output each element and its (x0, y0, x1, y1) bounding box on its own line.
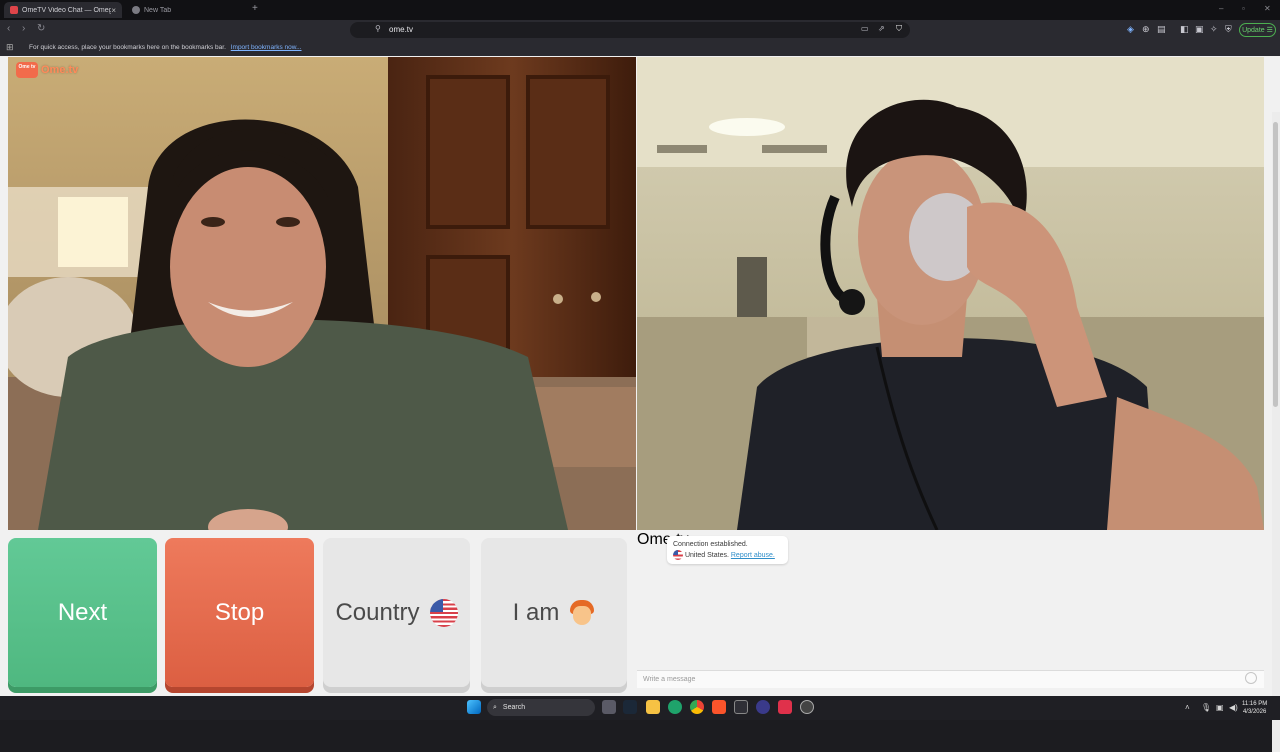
file-explorer-icon[interactable] (646, 700, 660, 714)
taskbar-clock[interactable]: 11:16 PM 4/3/2026 (1242, 700, 1267, 716)
close-tab-icon[interactable]: × (111, 6, 116, 15)
network-icon[interactable]: ▣ (1216, 703, 1224, 712)
tab-title: OmeTV Video Chat — Omegle (22, 6, 112, 14)
minimize-icon[interactable]: – (1219, 4, 1223, 13)
reload-icon[interactable]: ↻ (37, 23, 45, 34)
tab-ometv[interactable]: OmeTV Video Chat — Omegle × (4, 2, 122, 18)
ometv-logo-text: Ome.tv (41, 64, 79, 76)
update-label: Update (1242, 26, 1265, 34)
chrome-icon[interactable] (690, 700, 704, 714)
brave-icon[interactable] (712, 700, 726, 714)
import-bookmarks-link[interactable]: Import bookmarks now... (231, 44, 302, 51)
search-label: Search (502, 704, 526, 711)
reader-icon[interactable]: ▤ (1157, 24, 1166, 35)
maximize-icon[interactable]: ▫ (1242, 4, 1245, 13)
chat-message-input[interactable]: Write a message (637, 670, 1264, 688)
capcut-icon[interactable] (734, 700, 748, 714)
back-icon[interactable]: ‹ (7, 23, 10, 34)
tab-new-tab[interactable]: New Tab (126, 2, 248, 18)
ometv-logo-box: Ome tv (16, 62, 38, 78)
report-abuse-link[interactable]: Report abuse. (731, 552, 775, 559)
sidebar-icon[interactable]: ◧ (1180, 24, 1189, 35)
search-icon: ⌕ (493, 703, 497, 711)
bookmarks-message: For quick access, place your bookmarks h… (29, 44, 226, 51)
edge-icon[interactable] (668, 700, 682, 714)
task-view-icon[interactable] (602, 700, 616, 714)
volume-icon[interactable]: ◀) (1229, 703, 1238, 712)
clock-time: 11:16 PM (1242, 701, 1268, 707)
cast-icon[interactable]: ▭ (861, 24, 869, 33)
url-text[interactable]: ome.tv (389, 25, 413, 34)
next-button-label: Next (57, 598, 108, 626)
emoji-icon[interactable] (1245, 672, 1257, 684)
stranger-location-text: United States. (684, 552, 729, 559)
puzzle-icon[interactable]: ✧ (1210, 24, 1218, 35)
obs-icon[interactable] (756, 700, 770, 714)
wallet-icon[interactable]: ◈ (1127, 24, 1134, 35)
steam-icon[interactable] (623, 700, 637, 714)
connection-status-text: Connection established. (673, 541, 748, 548)
tab-title: New Tab (144, 6, 172, 14)
windows-start-icon[interactable] (467, 700, 481, 714)
site-settings-icon[interactable]: ⚲ (375, 24, 381, 33)
local-video-frame (8, 57, 636, 530)
next-button[interactable]: Next (8, 538, 157, 687)
taskbar-search-box[interactable]: ⌕ Search (487, 699, 595, 716)
stranger-video-frame (637, 57, 1264, 530)
shield-favicon-icon (132, 6, 140, 14)
tray-chevron-icon[interactable]: ˄ (1185, 703, 1190, 712)
us-flag-small-icon (673, 550, 683, 561)
page-scrollbar[interactable] (1272, 112, 1280, 752)
share-icon[interactable]: ⇗ (878, 24, 885, 33)
stop-button[interactable]: Stop (165, 538, 314, 687)
local-video (8, 57, 636, 530)
windows-taskbar (0, 696, 1280, 720)
stranger-video (637, 57, 1264, 530)
new-tab-plus-icon[interactable]: + (252, 3, 258, 14)
country-button-label: Country (335, 598, 420, 626)
ometv-favicon-icon (10, 6, 18, 14)
extension-icon[interactable]: ⊕ (1142, 24, 1150, 35)
system-message-bubble: Connection established. United States. R… (667, 536, 788, 564)
clock-date: 4/3/2026 (1242, 709, 1267, 715)
bookmarks-bar: ⊞ For quick access, place your bookmarks… (0, 40, 1280, 56)
scrollbar-thumb[interactable] (1273, 122, 1278, 407)
close-window-icon[interactable]: ✕ (1264, 4, 1271, 13)
app-icon[interactable] (800, 700, 814, 714)
ometv-logo[interactable]: Ome tv Ome.tv (16, 62, 78, 78)
vpn-icon[interactable]: ⛨ (1225, 24, 1232, 35)
country-button[interactable]: Country (323, 538, 470, 687)
forward-icon[interactable]: › (22, 23, 25, 34)
vivaldi-icon[interactable] (778, 700, 792, 714)
microphone-icon[interactable]: 🎙 (1201, 703, 1211, 712)
address-bar[interactable] (350, 22, 910, 38)
i-am-button[interactable]: I am (481, 538, 627, 687)
i-am-button-label: I am (512, 598, 560, 626)
update-button[interactable]: Update ☰ (1239, 23, 1276, 37)
apps-grid-icon[interactable]: ⊞ (6, 42, 14, 53)
wallet-button-icon[interactable]: ▣ (1195, 24, 1204, 35)
stop-button-label: Stop (214, 598, 265, 626)
brave-shield-icon[interactable]: ⛉ (896, 24, 902, 34)
boy-avatar-icon (569, 599, 595, 626)
us-flag-icon (429, 598, 458, 627)
